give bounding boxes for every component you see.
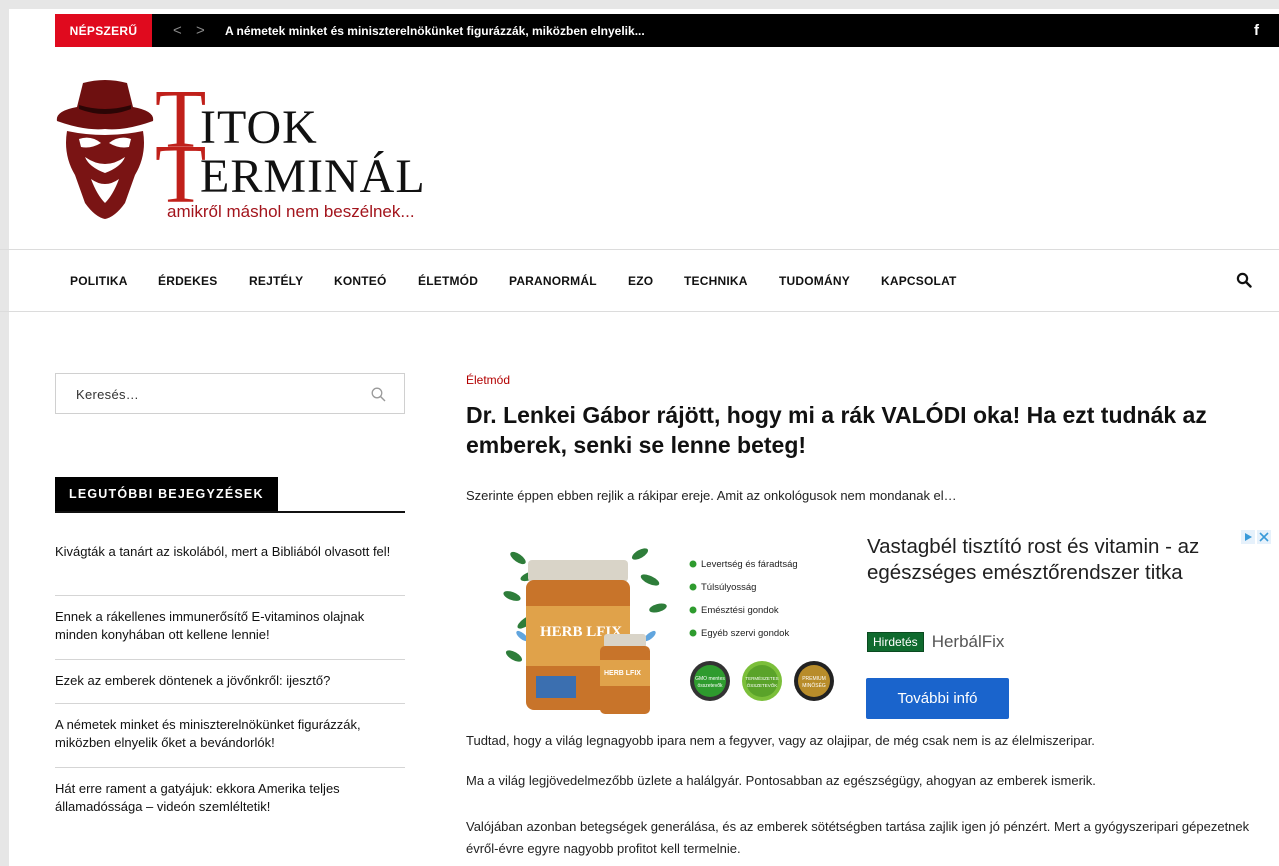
ad-label-badge: Hirdetés <box>867 632 924 652</box>
browser-frame-left <box>0 9 9 866</box>
logo-word-2: ERMINÁL <box>200 150 426 203</box>
main-nav: POLITIKA ÉRDEKES REJTÉLY KONTEÓ ÉLETMÓD … <box>55 250 1279 311</box>
nav-item-eletmod[interactable]: ÉLETMÓD <box>418 250 478 311</box>
article-intro: Szerinte éppen ebben rejlik a rákipar er… <box>466 488 957 503</box>
article-paragraph: Valójában azonban betegségek generálása,… <box>466 819 1250 856</box>
ticker-headline[interactable]: A németek minket és miniszterelnökünket … <box>225 14 645 47</box>
recent-post-link[interactable]: Ezek az emberek döntenek a jövőnkről: ij… <box>55 672 405 690</box>
ad-headline[interactable]: Vastagbél tisztító rost és vitamin - az … <box>867 534 1227 586</box>
svg-text:összetevők: összetevők <box>697 683 723 689</box>
ad-bullet: Levertség és fáradtság <box>701 559 798 570</box>
svg-text:TERMÉSZETES: TERMÉSZETES <box>745 675 778 681</box>
nav-item-konteo[interactable]: KONTEÓ <box>334 250 387 311</box>
post-divider <box>55 595 405 596</box>
nav-item-politika[interactable]: POLITIKA <box>70 250 128 311</box>
ad-cta-button[interactable]: További infó <box>866 678 1009 719</box>
post-divider <box>55 703 405 704</box>
post-divider <box>55 659 405 660</box>
logo-word-1: ITOK <box>200 101 318 154</box>
site-logo[interactable]: T ITOK T ERMINÁL amikről máshol nem besz… <box>55 75 475 235</box>
svg-text:GMO mentes: GMO mentes <box>695 676 725 682</box>
search-placeholder: Keresés… <box>76 387 140 402</box>
spy-mascot-icon <box>56 80 154 219</box>
ad-label-row: Hirdetés HerbálFix <box>867 632 1004 652</box>
article-title: Dr. Lenkei Gábor rájött, hogy mi a rák V… <box>466 402 1207 458</box>
nav-item-ezo[interactable]: EZO <box>628 250 653 311</box>
svg-text:PREMIUM: PREMIUM <box>802 676 826 682</box>
ad-brand-name[interactable]: HerbálFix <box>932 632 1005 652</box>
svg-text:ÖSSZETEVŐK: ÖSSZETEVŐK <box>747 682 778 688</box>
ticker-prev-icon[interactable]: < <box>173 14 182 47</box>
logo-tagline: amikről máshol nem beszélnek... <box>167 202 415 221</box>
ad-bullet: Egyéb szervi gondok <box>701 628 789 639</box>
recent-post-link[interactable]: Ennek a rákellenes immunerősítő E-vitami… <box>55 608 405 644</box>
nav-item-rejtely[interactable]: REJTÉLY <box>249 250 303 311</box>
svg-text:HERB LFIX: HERB LFIX <box>604 670 641 677</box>
ticker-next-icon[interactable]: > <box>196 14 205 47</box>
svg-text:MINŐSÉG: MINŐSÉG <box>802 682 826 689</box>
ad-product-image[interactable]: HERB LFIX HERB LFIX Levertség és fáradts… <box>500 536 840 721</box>
article-paragraph: Ma a világ legjövedelmezőbb üzlete a hal… <box>466 773 1096 788</box>
article-category-link[interactable]: Életmód <box>466 373 510 387</box>
trending-badge: NÉPSZERŰ <box>55 14 152 47</box>
search-icon[interactable] <box>371 387 386 402</box>
nav-item-paranormal[interactable]: PARANORMÁL <box>509 250 597 311</box>
browser-frame-top <box>0 0 1279 9</box>
recent-post-link[interactable]: A németek minket és miniszterelnökünket … <box>55 716 405 752</box>
adchoices-icon[interactable] <box>1241 530 1271 544</box>
facebook-icon[interactable]: f <box>1254 14 1259 47</box>
ad-bullet: Emésztési gondok <box>701 605 779 616</box>
article-paragraph: Tudtad, hogy a világ legnagyobb ipara ne… <box>466 733 1095 748</box>
post-divider <box>55 767 405 768</box>
recent-post-link[interactable]: Hát erre rament a gatyájuk: ekkora Ameri… <box>55 780 405 816</box>
nav-item-erdekes[interactable]: ÉRDEKES <box>158 250 217 311</box>
nav-item-kapcsolat[interactable]: KAPCSOLAT <box>881 250 957 311</box>
trending-bar: NÉPSZERŰ < > A németek minket és miniszt… <box>55 14 1279 47</box>
nav-divider-bottom <box>0 311 1279 312</box>
recent-posts-header: LEGUTÓBBI BEJEGYZÉSEK <box>55 477 405 513</box>
search-icon[interactable] <box>1236 272 1252 288</box>
ad-bullet: Túlsúlyosság <box>701 582 756 593</box>
recent-posts-title: LEGUTÓBBI BEJEGYZÉSEK <box>55 477 278 511</box>
sidebar-search-input[interactable]: Keresés… <box>55 373 405 414</box>
nav-item-tudomany[interactable]: TUDOMÁNY <box>779 250 850 311</box>
advertisement[interactable]: HERB LFIX HERB LFIX Levertség és fáradts… <box>490 528 1279 723</box>
recent-post-link[interactable]: Kivágták a tanárt az iskolából, mert a B… <box>55 543 405 561</box>
nav-item-technika[interactable]: TECHNIKA <box>684 250 748 311</box>
